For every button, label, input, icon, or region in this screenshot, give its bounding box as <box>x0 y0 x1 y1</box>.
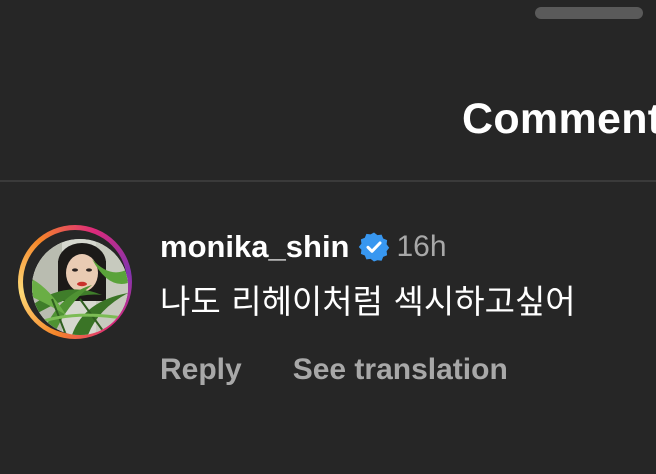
comment-meta: monika_shin 16h <box>160 230 447 264</box>
username[interactable]: monika_shin <box>160 230 350 264</box>
avatar-photo <box>32 239 128 335</box>
verified-badge-icon <box>358 231 390 263</box>
avatar-ring-gap <box>23 230 128 335</box>
comment-item: monika_shin 16h 나도 리헤이처럼 섹시하고싶어 Reply Se… <box>0 182 656 474</box>
reply-button[interactable]: Reply <box>160 352 242 388</box>
comments-title: Comments <box>462 95 656 143</box>
comment-timestamp: 16h <box>396 230 447 263</box>
comment-actions: Reply See translation <box>160 352 508 388</box>
see-translation-button[interactable]: See translation <box>293 352 508 388</box>
avatar[interactable] <box>32 239 128 335</box>
comment-text: 나도 리헤이처럼 섹시하고싶어 <box>160 282 576 321</box>
sheet-drag-handle[interactable] <box>535 7 643 19</box>
story-ring[interactable] <box>18 225 132 339</box>
